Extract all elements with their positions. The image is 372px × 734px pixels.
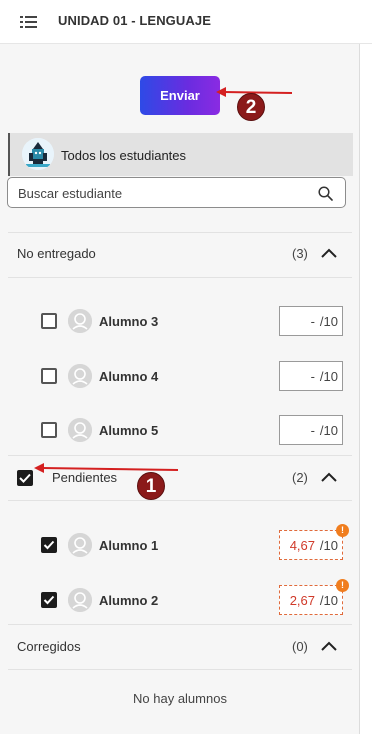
student-row: Alumno 5 - /10 [8,411,352,451]
section-header-not-submitted[interactable]: No entregado (3) [8,234,352,274]
search-input[interactable] [18,184,308,202]
section-count: (0) [292,639,308,654]
divider [8,232,352,233]
grade-value: - [310,369,315,384]
student-avatar-icon [68,418,92,442]
chevron-up-icon[interactable] [321,247,337,259]
student-avatar-icon [68,588,92,612]
student-name: Alumno 2 [99,593,159,608]
student-checkbox[interactable] [41,368,57,384]
group-avatar-icon [22,138,54,170]
section-count: (2) [292,470,308,485]
section-label: No entregado [17,246,96,261]
grade-field[interactable]: 2,67 /10 [279,585,343,615]
grade-value: - [310,314,315,329]
divider [8,455,352,456]
divider [8,624,352,625]
search-icon[interactable] [318,186,333,201]
grade-max: /10 [319,369,338,384]
student-name: Alumno 3 [99,314,159,329]
student-row: Alumno 4 - /10 [8,357,352,397]
section-count: (3) [292,246,308,261]
student-row: Alumno 3 - /10 [8,302,352,342]
empty-state-text: No hay alumnos [133,691,227,706]
grade-field[interactable]: - /10 [279,306,343,336]
student-checkbox[interactable] [41,537,57,553]
student-name: Alumno 5 [99,423,159,438]
grade-value: 4,67 [289,538,315,553]
student-checkbox[interactable] [41,592,57,608]
student-row: Alumno 2 2,67 /10 ! [8,579,352,621]
section-label: Corregidos [17,639,81,654]
chevron-up-icon[interactable] [321,640,337,652]
divider [8,669,352,670]
page-title: UNIDAD 01 - LENGUAJE [58,13,211,28]
warning-icon: ! [336,524,349,537]
grade-value: - [310,423,315,438]
warning-icon: ! [336,579,349,592]
student-checkbox[interactable] [41,422,57,438]
chevron-up-icon[interactable] [321,471,337,483]
all-students-item[interactable]: Todos los estudiantes [8,133,353,176]
student-avatar-icon [68,533,92,557]
scrollbar-track[interactable] [360,44,372,734]
student-name: Alumno 4 [99,369,159,384]
top-bar: UNIDAD 01 - LENGUAJE [0,0,372,44]
grade-max: /10 [319,314,338,329]
grade-value: 2,67 [289,593,315,608]
grade-field[interactable]: - /10 [279,415,343,445]
student-row: Alumno 1 4,67 /10 ! [8,524,352,566]
divider [8,500,352,501]
student-avatar-icon [68,309,92,333]
list-menu-icon[interactable] [20,15,38,29]
grade-field[interactable]: 4,67 /10 [279,530,343,560]
send-button[interactable]: Enviar [140,76,220,115]
grade-max: /10 [319,593,338,608]
all-students-label: Todos los estudiantes [61,148,187,163]
annotation-badge-2: 2 [237,93,265,121]
divider [8,277,352,278]
student-avatar-icon [68,364,92,388]
grade-field[interactable]: - /10 [279,361,343,391]
student-name: Alumno 1 [99,538,159,553]
annotation-badge-1: 1 [137,472,165,500]
student-checkbox[interactable] [41,313,57,329]
search-box [7,177,346,208]
grade-max: /10 [319,538,338,553]
section-header-graded[interactable]: Corregidos (0) [8,627,352,667]
grade-max: /10 [319,423,338,438]
